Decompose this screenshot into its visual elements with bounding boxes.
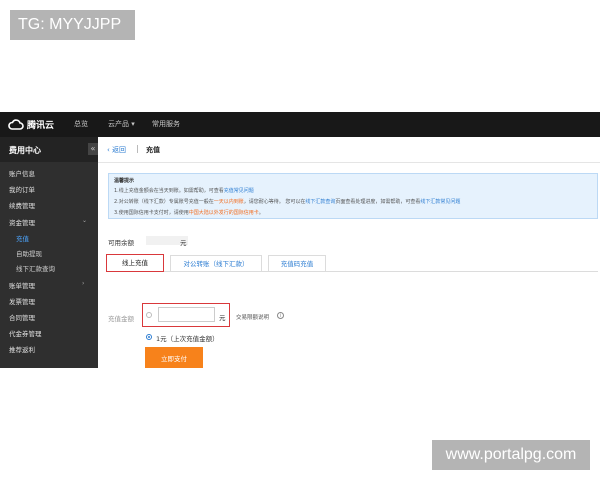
sidebar-item-withdraw[interactable]: 自助提现 [16,248,42,258]
amount-input[interactable] [158,307,215,322]
tab-recharge-code[interactable]: 充值码充值 [268,255,326,271]
sidebar-title: 费用中心 [9,146,41,155]
sidebar-item-invoices[interactable]: 发票管理 [9,296,35,306]
tencent-cloud-logo[interactable]: 腾讯云 [8,117,54,132]
balance-unit: 元 [180,239,187,247]
offline-faq-link[interactable]: 线下汇款常见问题 [420,199,460,205]
notice-title: 温馨提示 [114,178,135,184]
nav-products[interactable]: 云产品 ▾ [108,119,135,129]
amount-label: 充值金额 [108,315,134,323]
custom-amount-radio[interactable] [146,312,152,318]
sidebar-item-renewal[interactable]: 续费管理 [9,200,35,210]
limit-info-link[interactable]: 交易限额说明 [236,313,269,321]
chevron-right-icon: › [82,280,85,287]
breadcrumb-separator: | [136,144,139,153]
sidebar-item-vouchers[interactable]: 代金券管理 [9,328,42,338]
console-window: 腾讯云 总览 云产品 ▾ 常用服务 费用中心 « 账户信息 我的订单 续费管理 … [0,112,600,368]
nav-overview[interactable]: 总览 [74,119,88,129]
sidebar-header: 费用中心 « [0,137,98,162]
chevron-down-icon: ⌄ [82,217,88,224]
breadcrumb: ‹ 返回 | 充值 [98,137,600,163]
amount-unit: 元 [219,314,226,322]
watermark-url: www.portalpg.com [432,440,590,470]
notice-box: 温馨提示 1.线上充值金额会在当天到账。如需帮助，可查看充值常见问题 2.对公转… [108,173,598,219]
tab-bank-transfer[interactable]: 对公转账（线下汇款） [170,255,262,271]
sidebar-item-account-info[interactable]: 账户信息 [9,168,35,178]
watermark-tag: TG: MYYJJPP [10,10,135,40]
last-amount-option[interactable]: 1元（上次充值金额） [156,333,219,343]
cloud-logo-icon [8,119,24,130]
offline-query-link[interactable]: 线下汇款查询 [305,199,335,205]
notice-line-1: 1.线上充值金额会在当天到账。如需帮助，可查看充值常见问题 [114,188,254,194]
collapse-sidebar-button[interactable]: « [88,143,98,155]
pay-now-button[interactable]: 立即支付 [145,347,203,368]
sidebar-item-referral[interactable]: 推荐返利 [9,344,35,354]
info-icon[interactable]: i [277,312,284,319]
balance-label: 可用余额 [108,239,134,247]
sidebar-item-billing[interactable]: 账单管理 [9,280,35,290]
back-link[interactable]: ‹ 返回 [107,145,126,155]
recharge-tabs: 线上充值 对公转账（线下汇款） 充值码充值 [106,253,598,272]
sidebar: 费用中心 « 账户信息 我的订单 续费管理 资金管理 ⌄ 充值 自助提现 线下汇… [0,137,98,368]
sidebar-item-recharge[interactable]: 充值 [16,233,29,243]
nav-common-services[interactable]: 常用服务 [152,119,180,129]
sidebar-item-offline-remittance[interactable]: 线下汇款查询 [16,263,55,273]
sidebar-item-funds[interactable]: 资金管理 [9,217,35,227]
last-amount-radio[interactable] [146,334,152,340]
notice-line-3: 3.使用国际信用卡支付时，请使用中国大陆以外发行的国际信用卡。 [114,210,264,216]
sidebar-item-orders[interactable]: 我的订单 [9,184,35,194]
notice-line-2: 2.对公转账（线下汇款）专属账号充值一般在一天以内到账，请您耐心等待。 您可以在… [114,199,461,205]
page-title: 充值 [146,146,160,154]
top-navbar: 腾讯云 总览 云产品 ▾ 常用服务 [0,112,600,137]
tab-online-recharge[interactable]: 线上充值 [106,254,164,272]
recharge-faq-link[interactable]: 充值常见问题 [224,188,254,194]
sidebar-item-contracts[interactable]: 合同管理 [9,312,35,322]
logo-text: 腾讯云 [27,121,55,131]
main-content: ‹ 返回 | 充值 温馨提示 1.线上充值金额会在当天到账。如需帮助，可查看充值… [98,137,600,368]
